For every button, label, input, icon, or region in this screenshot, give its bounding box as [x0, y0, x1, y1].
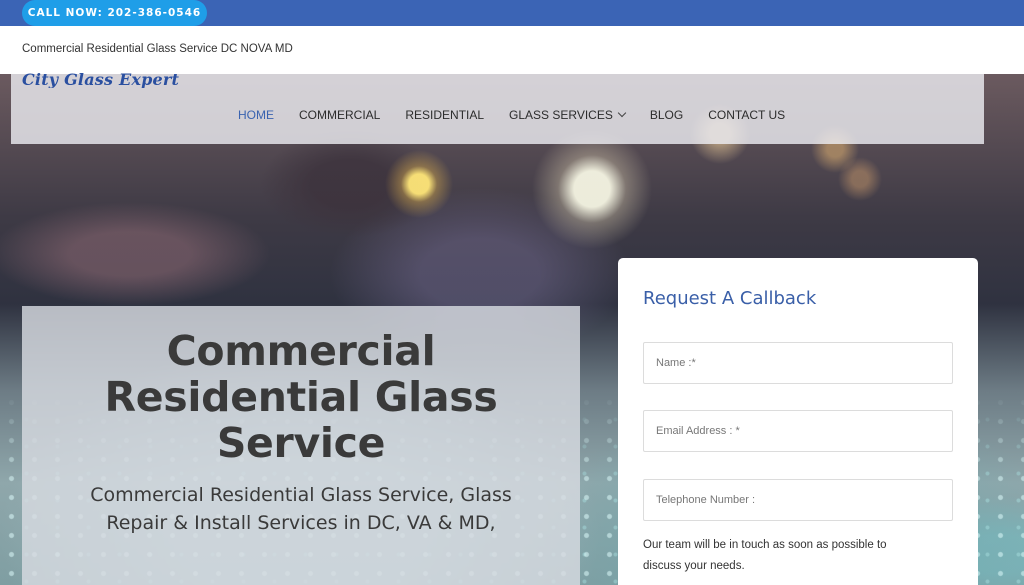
hero-title-line: Service	[216, 419, 386, 467]
email-field[interactable]	[643, 410, 953, 452]
nav-glass-services-label: GLASS SERVICES	[509, 108, 613, 122]
nav-blog[interactable]: BLOG	[650, 108, 683, 122]
nav-residential[interactable]: RESIDENTIAL	[405, 108, 484, 122]
form-note: Our team will be in touch as soon as pos…	[643, 535, 913, 577]
hero-title-line: Residential Glass	[104, 373, 498, 421]
main-nav: HOME COMMERCIAL RESIDENTIAL GLASS SERVIC…	[238, 108, 785, 122]
nav-home[interactable]: HOME	[238, 108, 274, 122]
call-now-button[interactable]: CALL NOW: 202-386-0546	[22, 0, 207, 26]
top-bar: CALL NOW: 202-386-0546	[0, 0, 1024, 26]
form-title: Request A Callback	[643, 288, 817, 309]
nav-commercial[interactable]: COMMERCIAL	[299, 108, 380, 122]
name-field[interactable]	[643, 342, 953, 384]
hero-title-line: Commercial	[166, 327, 436, 375]
hero-subtitle: Commercial Residential Glass Service, Gl…	[42, 481, 560, 537]
hero-title: Commercial Residential Glass Service	[22, 328, 580, 466]
form-note-line: discuss your needs.	[643, 560, 745, 572]
tagline-bar: Commercial Residential Glass Service DC …	[0, 26, 1024, 74]
nav-contact-us[interactable]: CONTACT US	[708, 108, 785, 122]
telephone-field[interactable]	[643, 479, 953, 521]
hero-subtitle-line: Commercial Residential Glass Service, Gl…	[90, 484, 512, 506]
chevron-down-icon	[617, 108, 627, 118]
hero-text-card: Commercial Residential Glass Service Com…	[22, 306, 580, 585]
callback-form: Request A Callback Our team will be in t…	[618, 258, 978, 585]
site-tagline: Commercial Residential Glass Service DC …	[22, 43, 293, 55]
main-header: City Glass Expert HOME COMMERCIAL RESIDE…	[11, 72, 984, 144]
nav-glass-services[interactable]: GLASS SERVICES	[509, 108, 627, 122]
form-note-line: Our team will be in touch as soon as pos…	[643, 539, 887, 551]
hero-subtitle-line: Repair & Install Services in DC, VA & MD…	[106, 512, 496, 534]
site-logo[interactable]: City Glass Expert	[22, 72, 179, 88]
